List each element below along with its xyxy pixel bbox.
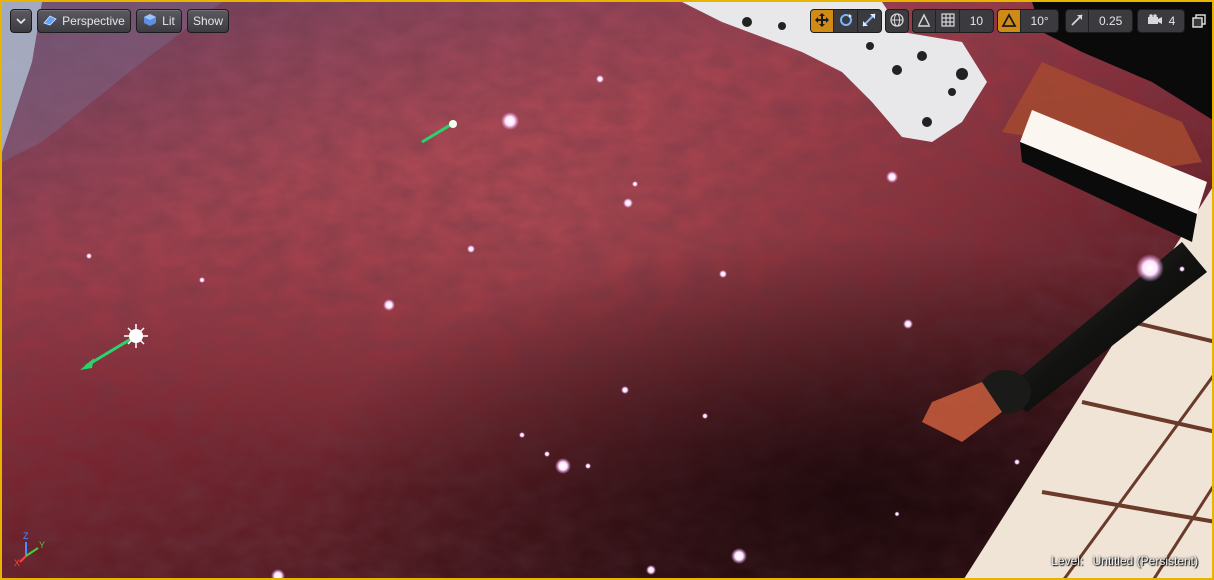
rotate-mode-button[interactable] xyxy=(834,10,858,32)
level-indicator: Level: Untitled (Persistent) xyxy=(1051,554,1198,568)
translate-mode-button[interactable] xyxy=(811,10,835,32)
rotate-icon xyxy=(838,12,854,31)
scale-snap-value[interactable]: 0.25 xyxy=(1089,10,1132,32)
rotation-snap-group: 10° xyxy=(997,9,1059,33)
world-space-button[interactable] xyxy=(886,10,908,32)
view-mode-button[interactable]: Lit xyxy=(136,9,182,33)
camera-icon xyxy=(1147,13,1163,29)
transform-mode-group xyxy=(810,9,882,33)
view-mode-label: Lit xyxy=(162,14,175,28)
rotation-snap-value[interactable]: 10° xyxy=(1021,10,1058,32)
level-prefix: Level: xyxy=(1051,554,1084,568)
angle-icon xyxy=(1001,12,1017,30)
grid-snap-value-label: 10 xyxy=(969,14,984,28)
scale-snap-group: 0.25 xyxy=(1065,9,1133,33)
scale-mode-button[interactable] xyxy=(858,10,881,32)
camera-speed-group: 4 xyxy=(1137,9,1185,33)
axis-z-label: Z xyxy=(23,531,29,541)
scale-icon xyxy=(861,12,877,31)
level-name: Untitled (Persistent) xyxy=(1092,554,1198,568)
grid-snap-toggle[interactable] xyxy=(936,10,960,32)
perspective-button[interactable]: Perspective xyxy=(37,9,131,33)
show-button[interactable]: Show xyxy=(187,9,229,33)
scale-snap-value-label: 0.25 xyxy=(1098,14,1123,28)
camera-speed-value-label: 4 xyxy=(1168,14,1176,28)
axis-indicator: Z Y X xyxy=(14,526,54,568)
maximize-icon xyxy=(1192,14,1206,32)
rotation-snap-value-label: 10° xyxy=(1030,14,1049,28)
maximize-viewport-button[interactable] xyxy=(1192,14,1206,28)
coordinate-system-group xyxy=(885,9,909,33)
move-arrows-icon xyxy=(814,12,830,31)
perspective-label: Perspective xyxy=(62,14,125,28)
surface-snap-icon xyxy=(916,12,932,31)
axis-x-label: X xyxy=(14,558,20,566)
show-label: Show xyxy=(192,14,224,28)
lit-sphere-icon xyxy=(143,13,157,30)
perspective-icon xyxy=(43,14,57,29)
axis-y-label: Y xyxy=(39,540,45,550)
diagonal-arrow-icon xyxy=(1070,13,1084,30)
globe-icon xyxy=(889,12,905,31)
grid-snap-group: 10 xyxy=(912,9,994,33)
scale-snap-toggle[interactable] xyxy=(1066,10,1090,32)
grid-snap-value[interactable]: 10 xyxy=(960,10,993,32)
camera-speed-button[interactable]: 4 xyxy=(1138,10,1184,32)
grid-icon xyxy=(941,12,955,30)
chevron-down-icon xyxy=(16,14,26,28)
rotation-snap-toggle[interactable] xyxy=(998,10,1022,32)
level-viewport[interactable]: Perspective Lit Show 10 10° 0.25 4 Z Y X… xyxy=(0,0,1214,580)
viewport-options-button[interactable] xyxy=(10,9,32,33)
surface-snap-button[interactable] xyxy=(913,10,937,32)
scene-view[interactable] xyxy=(2,2,1214,580)
